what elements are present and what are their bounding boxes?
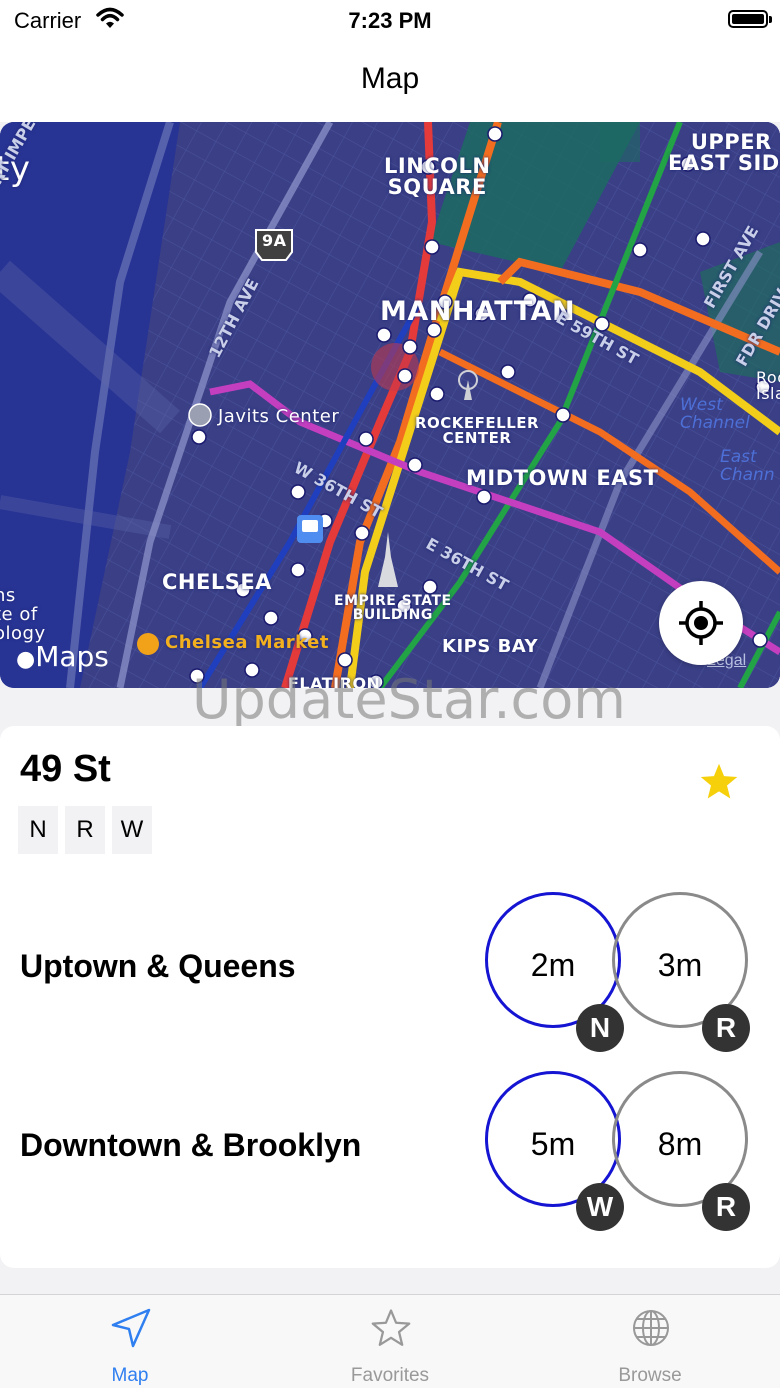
apple-logo-icon: ● xyxy=(16,647,36,672)
map-label-rockefeller: ROCKEFELLER CENTER xyxy=(415,414,540,447)
line-chip: R xyxy=(702,1183,750,1231)
route-badge-w: W xyxy=(112,806,152,854)
map-label-roosevelt: Roose Isla xyxy=(756,368,780,403)
status-time: 7:23 PM xyxy=(348,8,432,33)
route-badge-n: N xyxy=(18,806,58,854)
crosshair-icon xyxy=(679,601,723,645)
star-icon xyxy=(371,1309,411,1346)
tab-bar: Map Favorites Browse xyxy=(0,1294,780,1388)
map-label-chelsea: CHELSEA xyxy=(162,570,272,594)
arrival-time: 8m xyxy=(657,1126,703,1162)
arrival-time: 5m xyxy=(530,1126,576,1162)
tab-label: Favorites xyxy=(350,1365,430,1386)
arrival-time: 2m xyxy=(530,947,576,983)
station-card: 49 St N R W Uptown & Queens 2m 3m N R Do… xyxy=(0,726,780,1268)
map-label-west-channel: West Channel xyxy=(680,395,750,433)
watermark: UpdateStar.com xyxy=(192,668,626,731)
map-label-fashion-inst: ns te of ology xyxy=(0,585,46,644)
status-bar: Carrier 7:23 PM xyxy=(0,0,780,40)
tab-label: Browse xyxy=(618,1365,682,1386)
tab-favorites[interactable]: Favorites xyxy=(260,1295,520,1388)
station-name: 49 St xyxy=(20,748,111,790)
map-label-lincoln-square: LINCOLN SQUARE xyxy=(384,154,491,199)
map-label-chelsea-market: Chelsea Market xyxy=(165,632,329,653)
line-chip: R xyxy=(702,1004,750,1052)
locate-me-button[interactable] xyxy=(659,581,743,665)
navigation-arrow-icon xyxy=(111,1308,151,1348)
globe-icon xyxy=(633,1310,669,1346)
map-label-javits: Javits Center xyxy=(218,406,340,427)
battery-icon xyxy=(728,10,772,28)
map-label-kips-bay: KIPS BAY xyxy=(442,636,539,657)
highway-shield-9a: 9A xyxy=(262,231,287,250)
direction-label-downtown: Downtown & Brooklyn xyxy=(20,1127,362,1163)
line-chip: W xyxy=(576,1183,624,1231)
line-chip: N xyxy=(576,1004,624,1052)
apple-maps-logo: ●Maps xyxy=(16,640,109,673)
map-label-manhattan: MANHATTAN xyxy=(380,296,576,327)
tab-label: Map xyxy=(111,1365,149,1386)
map-label-midtown-east: MIDTOWN EAST xyxy=(466,466,659,490)
navigation-bar: Map xyxy=(0,40,780,122)
page-title: Map xyxy=(360,62,420,95)
tab-map[interactable]: Map xyxy=(0,1295,260,1388)
map-label-empire-state: EMPIRE STATE BUILDING xyxy=(334,593,452,623)
arrival-time: 3m xyxy=(657,947,703,983)
map-view[interactable]: ty PORT IMPERIAL BLV LINCOLN SQUARE UPPE… xyxy=(0,122,780,688)
route-badge-r: R xyxy=(65,806,105,854)
map-label-east-channel: East Chann xyxy=(720,447,775,485)
direction-label-uptown: Uptown & Queens xyxy=(20,948,296,984)
tab-browse[interactable]: Browse xyxy=(520,1295,780,1388)
favorite-star-icon[interactable] xyxy=(698,762,740,807)
map-label-upper-east-side: UPPER EAST SIDE xyxy=(668,130,780,175)
